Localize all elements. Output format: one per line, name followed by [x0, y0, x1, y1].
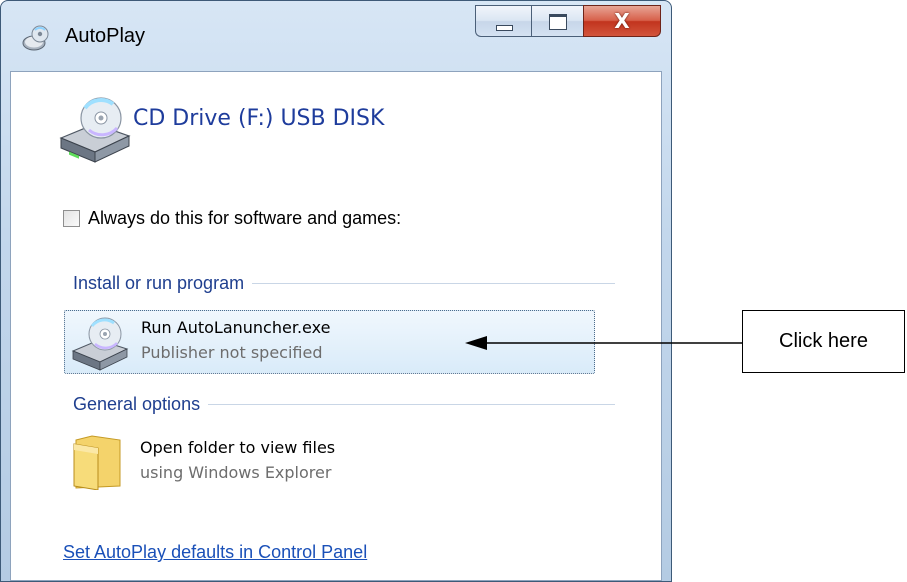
- always-checkbox[interactable]: [63, 210, 80, 227]
- window-controls: X: [475, 5, 661, 39]
- section-install-header: Install or run program: [73, 273, 615, 294]
- section-divider: [252, 283, 615, 284]
- open-folder-subtitle: using Windows Explorer: [140, 463, 332, 482]
- window-title: AutoPlay: [65, 25, 146, 47]
- annotation-callout: Click here: [742, 310, 905, 373]
- folder-icon: [73, 435, 121, 490]
- cd-drive-icon: [59, 97, 131, 163]
- run-program-publisher: Publisher not specified: [141, 343, 323, 362]
- run-program-title: Run AutoLanuncher.exe: [141, 318, 331, 337]
- device-title: CD Drive (F:) USB DISK: [133, 106, 385, 131]
- autoplay-cd-icon: [22, 25, 49, 51]
- cd-drive-icon: [71, 317, 129, 371]
- always-checkbox-label: Always do this for software and games:: [88, 208, 402, 228]
- arrow-left-icon: [465, 336, 743, 350]
- autoplay-window: AutoPlay X CD Drive (F:) USB DISK Always…: [0, 0, 672, 582]
- title-bar[interactable]: AutoPlay X: [1, 1, 671, 71]
- autoplay-content: CD Drive (F:) USB DISK Always do this fo…: [10, 71, 662, 581]
- minimize-icon: [496, 25, 513, 31]
- close-button[interactable]: X: [583, 5, 661, 37]
- open-folder-title: Open folder to view files: [140, 438, 336, 457]
- maximize-icon: [549, 14, 567, 30]
- open-folder-option[interactable]: Open folder to view files using Windows …: [64, 428, 595, 496]
- autoplay-defaults-link[interactable]: Set AutoPlay defaults in Control Panel: [63, 542, 367, 563]
- minimize-button[interactable]: [475, 5, 531, 37]
- section-general-header: General options: [73, 394, 615, 415]
- section-divider: [208, 404, 615, 405]
- section-install-title: Install or run program: [73, 273, 245, 293]
- close-icon: X: [614, 9, 630, 33]
- section-general-title: General options: [73, 394, 201, 414]
- always-do-this-option[interactable]: Always do this for software and games:: [63, 208, 401, 229]
- maximize-button[interactable]: [531, 5, 583, 37]
